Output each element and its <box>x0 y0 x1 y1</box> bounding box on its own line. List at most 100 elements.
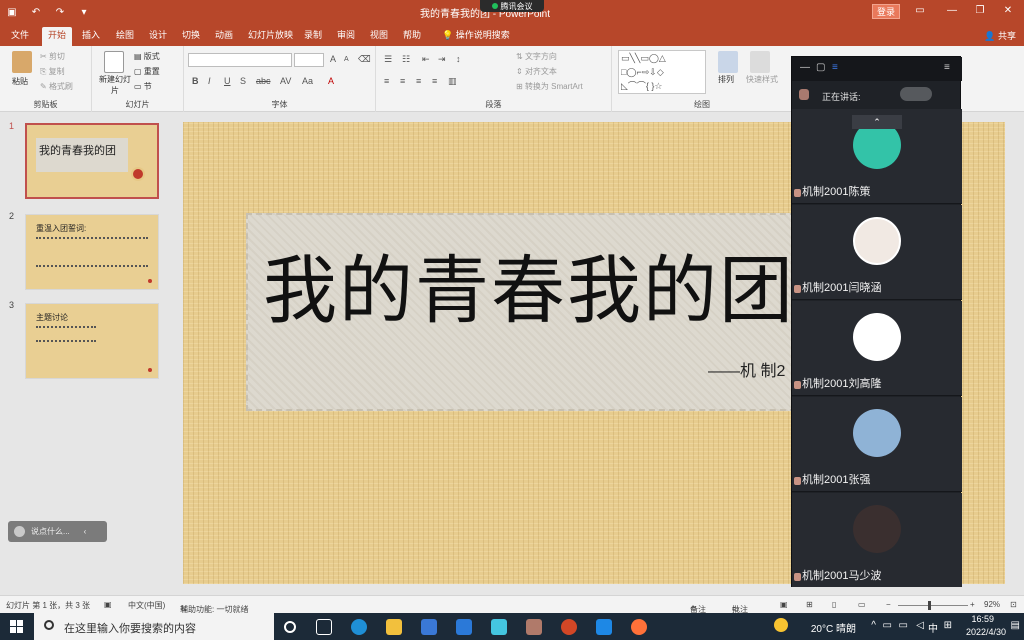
tencent-meeting-icon[interactable] <box>596 619 612 635</box>
tab-animations[interactable]: 动画 <box>209 27 239 46</box>
arrange-icon[interactable] <box>718 51 738 73</box>
participant-tile[interactable]: 机制2001马少波 <box>792 493 962 587</box>
chat-input-pill[interactable]: 说点什么... ‹ <box>8 521 107 542</box>
paste-button[interactable]: 粘贴 <box>12 76 28 87</box>
login-button[interactable]: 登录 <box>872 4 900 19</box>
chevron-left-icon[interactable]: ‹ <box>84 527 87 536</box>
fit-to-window-icon[interactable]: ⊡ <box>1010 600 1017 609</box>
bullets-icon[interactable]: ☰ <box>384 54 392 65</box>
format-painter-button[interactable]: ✎ 格式刷 <box>40 81 73 92</box>
clock-time[interactable]: 16:59 <box>971 614 994 624</box>
paste-icon[interactable] <box>12 51 32 73</box>
font-size-dropdown[interactable] <box>294 53 324 67</box>
align-text-button[interactable]: ⇕ 对齐文本 <box>516 66 557 77</box>
quick-styles-icon[interactable] <box>750 51 770 73</box>
justify-icon[interactable]: ≡ <box>432 76 437 86</box>
decrease-font-size-icon[interactable]: A <box>344 56 349 63</box>
minimize-button[interactable]: — <box>938 0 966 24</box>
line-spacing-icon[interactable]: ↕ <box>456 54 461 64</box>
zoom-slider-thumb[interactable] <box>928 601 931 610</box>
store-icon[interactable] <box>421 619 437 635</box>
copy-button[interactable]: ⎘ 复制 <box>40 66 65 77</box>
tab-insert[interactable]: 插入 <box>76 27 106 46</box>
list-view-icon[interactable]: ≡ <box>832 62 838 73</box>
ime-mode-icon[interactable]: ⊞ <box>944 620 952 631</box>
tab-draw[interactable]: 绘图 <box>110 27 140 46</box>
strikethrough-button[interactable]: abc <box>256 76 271 86</box>
tab-transitions[interactable]: 切换 <box>176 27 206 46</box>
zoom-in-button[interactable]: + <box>970 600 975 609</box>
text-direction-button[interactable]: ⇅ 文字方向 <box>516 51 557 62</box>
tab-home[interactable]: 开始 <box>42 27 73 46</box>
participant-tile[interactable]: 机制2001刘高隆 <box>792 301 962 396</box>
panel-menu-icon[interactable]: ≡ <box>944 62 950 73</box>
font-color-icon[interactable]: A <box>328 76 334 86</box>
clear-formatting-icon[interactable]: ⌫ <box>358 54 371 65</box>
weather-text[interactable]: 20°C 晴朗 <box>811 620 856 635</box>
cut-button[interactable]: ✂ 剪切 <box>40 51 65 62</box>
app-icon[interactable] <box>491 619 507 635</box>
slide-thumbnail-1[interactable]: 我的青春我的团 <box>25 123 159 199</box>
align-right-icon[interactable]: ≡ <box>416 76 421 86</box>
save-icon[interactable]: ▣ <box>0 7 24 18</box>
spellcheck-icon[interactable]: ▣ <box>104 600 112 609</box>
slideshow-view-icon[interactable]: ▭ <box>858 600 866 609</box>
font-name-dropdown[interactable] <box>188 53 292 67</box>
section-button[interactable]: ▭ 节 <box>134 81 152 92</box>
battery-icon[interactable]: ▭ <box>899 620 908 631</box>
slide-subtitle[interactable]: ——机 制2 <box>708 357 785 381</box>
restore-button[interactable]: ❐ <box>966 0 994 24</box>
tab-record[interactable]: 录制 <box>298 27 328 46</box>
tab-help[interactable]: 帮助 <box>397 27 427 46</box>
participant-tile[interactable]: 机制2001张强 <box>792 397 962 492</box>
normal-view-icon[interactable]: ▣ <box>780 600 788 609</box>
tab-slideshow[interactable]: 幻灯片放映 <box>242 27 299 46</box>
redo-icon[interactable]: ↷ <box>48 7 72 18</box>
volume-icon[interactable]: ◁ <box>916 620 924 631</box>
scroll-up-icon[interactable]: ⌃ <box>852 115 902 129</box>
slide-thumbnail-3[interactable]: 主题讨论 <box>25 303 159 379</box>
numbering-icon[interactable]: ☷ <box>402 54 410 65</box>
layout-button[interactable]: ▤ 版式 <box>134 51 160 62</box>
wechat-avatar-icon[interactable] <box>526 619 542 635</box>
close-button[interactable]: ✕ <box>994 0 1022 24</box>
tab-design[interactable]: 设计 <box>143 27 173 46</box>
cortana-icon[interactable] <box>284 621 296 633</box>
italic-button[interactable]: I <box>208 76 211 86</box>
language-indicator[interactable]: 中文(中国) <box>128 600 165 611</box>
shadow-button[interactable]: S <box>240 76 246 86</box>
meeting-indicator[interactable]: 腾讯会议 <box>480 0 544 12</box>
change-case-button[interactable]: Aa <box>302 76 313 86</box>
new-slide-icon[interactable] <box>104 51 124 73</box>
arrange-button[interactable]: 排列 <box>718 74 734 85</box>
increase-indent-icon[interactable]: ⇥ <box>438 54 446 65</box>
undo-icon[interactable]: ↶ <box>24 7 48 18</box>
tab-view[interactable]: 视图 <box>364 27 394 46</box>
slide-thumbnail-2[interactable]: 重温入团誓词: <box>25 214 159 290</box>
share-button[interactable]: 👤 共享 <box>984 29 1016 42</box>
align-center-icon[interactable]: ≡ <box>400 76 405 86</box>
decrease-indent-icon[interactable]: ⇤ <box>422 54 430 65</box>
char-spacing-button[interactable]: AV <box>280 76 291 86</box>
new-slide-button[interactable]: 新建幻灯片 <box>97 74 133 96</box>
edge-icon[interactable] <box>351 619 367 635</box>
show-hidden-icons-icon[interactable]: ^ <box>871 620 876 631</box>
quick-styles-button[interactable]: 快速样式 <box>746 74 778 85</box>
ime-indicator[interactable]: 中 <box>928 620 938 635</box>
windows-start-icon[interactable] <box>10 620 23 633</box>
columns-icon[interactable]: ▥ <box>448 76 457 87</box>
zoom-slider-track[interactable] <box>898 605 968 606</box>
powerpoint-icon[interactable] <box>561 619 577 635</box>
participant-tile[interactable]: 机制2001闫晓涵 <box>792 205 962 300</box>
reading-view-icon[interactable]: ▯ <box>832 600 836 609</box>
file-explorer-icon[interactable] <box>386 619 402 635</box>
slide-sorter-icon[interactable]: ⊞ <box>806 600 813 609</box>
clock-date[interactable]: 2022/4/30 <box>966 627 1006 637</box>
ribbon-display-options-icon[interactable]: ▭ <box>906 0 934 24</box>
slide-title[interactable]: 我的青春我的团 <box>263 231 795 338</box>
customize-quick-access-icon[interactable]: ▾ <box>72 7 96 18</box>
task-view-icon[interactable] <box>316 619 332 635</box>
firefox-icon[interactable] <box>631 619 647 635</box>
zoom-level[interactable]: 92% <box>984 600 1000 609</box>
notifications-icon[interactable]: ▤ <box>1011 620 1020 631</box>
